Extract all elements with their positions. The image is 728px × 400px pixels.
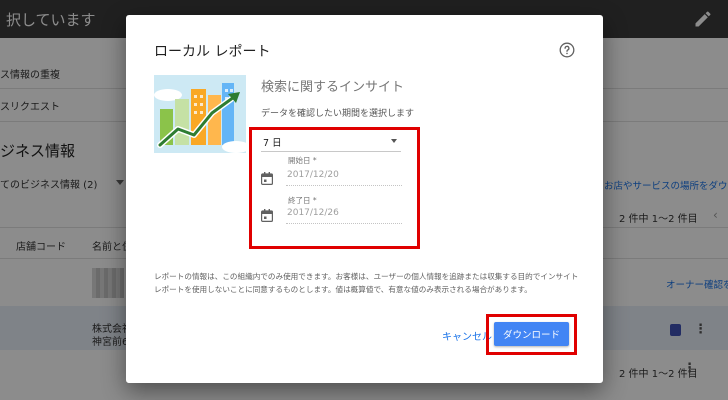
usage-notice: レポートの情報は、この組織内でのみ使用できます。お客様は、ユーザーの個人情報を追… (154, 272, 579, 294)
insight-illustration (154, 75, 246, 153)
cancel-button[interactable]: キャンセル (442, 328, 492, 343)
insight-title: 検索に関するインサイト (261, 80, 405, 95)
insight-subtitle: データを確認したい期間を選択します (261, 109, 415, 119)
highlight-box-download (486, 314, 577, 355)
dialog-title: ローカル レポート (154, 44, 271, 60)
highlight-box-date-range (249, 127, 420, 249)
local-report-dialog: ローカル レポート 検索に関するインサイト データを確認したい期間を選択します … (126, 15, 603, 383)
help-circle-icon[interactable] (559, 42, 575, 58)
